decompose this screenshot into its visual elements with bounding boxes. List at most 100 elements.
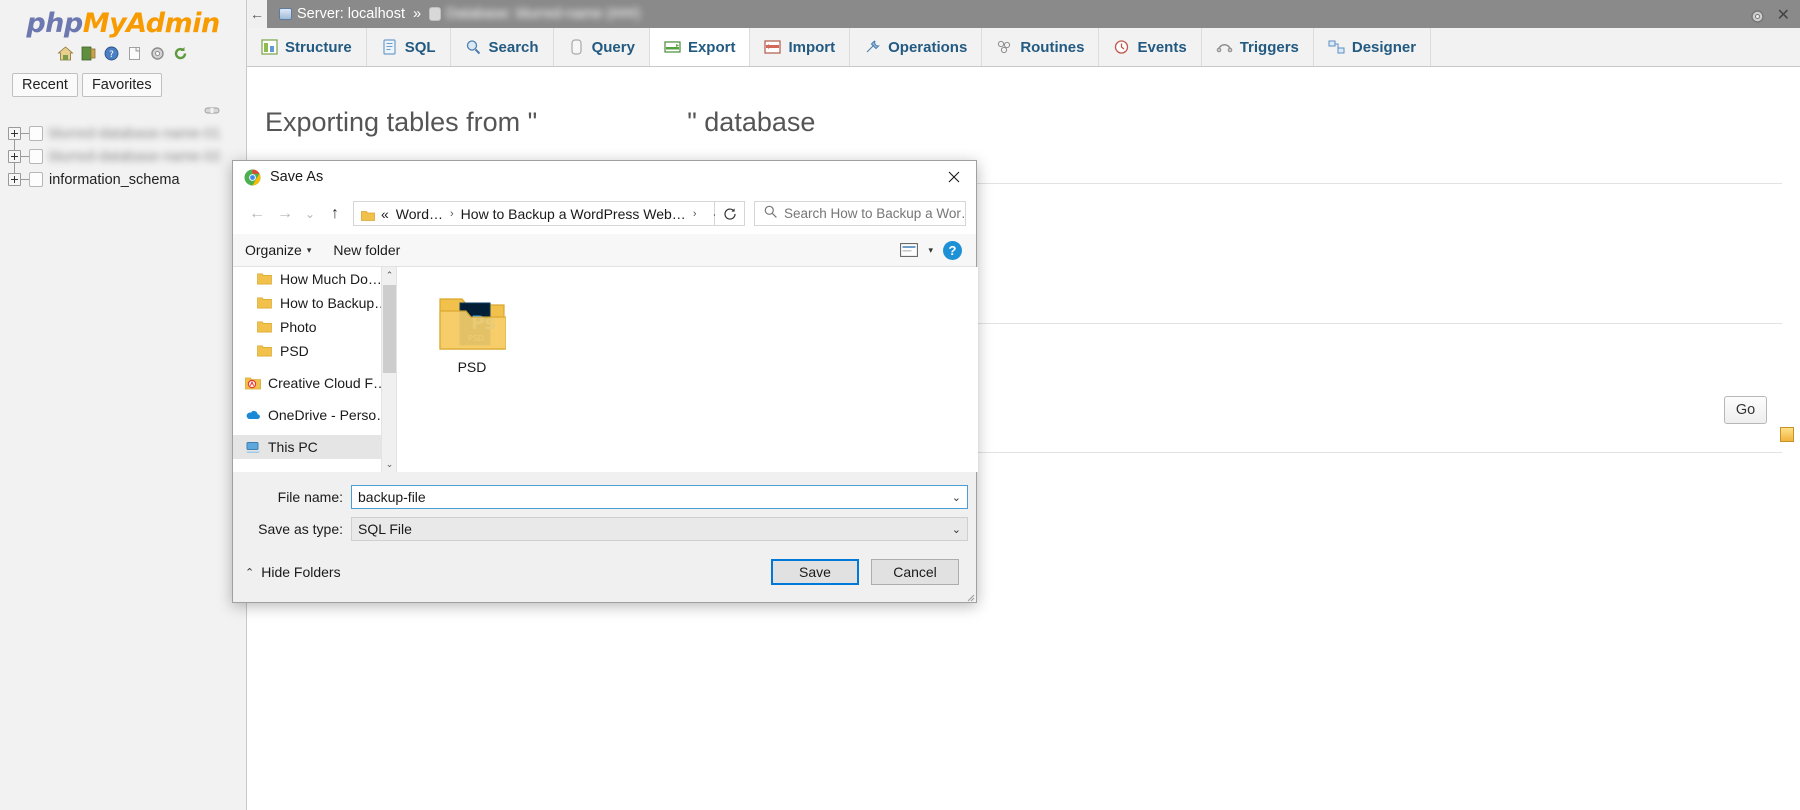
search-icon	[465, 39, 482, 55]
tab-query[interactable]: Query	[554, 28, 650, 66]
scroll-up-icon[interactable]: ⌃	[382, 267, 397, 283]
address-segment[interactable]: How to Backup a WordPress Web…	[461, 206, 686, 222]
page-title: Exporting tables from "" database	[265, 107, 1800, 138]
new-folder-button[interactable]: New folder	[333, 242, 400, 258]
tree-item-creative-cloud[interactable]: Creative Cloud F…	[233, 371, 381, 395]
chain-link-icon[interactable]	[204, 103, 220, 114]
tab-routines[interactable]: Routines	[982, 28, 1099, 66]
save-as-type-value[interactable]: SQL File	[351, 517, 968, 541]
refresh-button[interactable]	[715, 201, 745, 226]
expand-icon[interactable]	[8, 127, 21, 140]
exit-icon[interactable]	[80, 45, 97, 62]
navigation-tabs: Structure SQL Search Query Export Import	[247, 28, 1800, 67]
organize-button[interactable]: Organize ▾	[245, 242, 311, 258]
expand-icon[interactable]	[8, 150, 21, 163]
view-layout-icon[interactable]	[900, 243, 918, 257]
close-icon[interactable]: ✕	[1777, 8, 1790, 24]
tree-item-psd[interactable]: PSD	[233, 339, 381, 363]
page-title-suffix: " database	[687, 107, 815, 137]
tree-scrollbar[interactable]: ⌃ ⌄	[381, 267, 396, 472]
settings-icon[interactable]	[149, 45, 166, 62]
sidebar-tab-recent[interactable]: Recent	[12, 73, 78, 97]
tab-structure[interactable]: Structure	[247, 28, 367, 66]
tree-item-this-pc[interactable]: This PC	[233, 435, 381, 459]
chevron-right-icon: ›	[693, 208, 697, 220]
tab-sql[interactable]: SQL	[367, 28, 451, 66]
up-arrow-icon[interactable]: ↑	[321, 200, 349, 228]
tab-triggers[interactable]: Triggers	[1202, 28, 1314, 66]
tab-search[interactable]: Search	[451, 28, 554, 66]
tree-item-network[interactable]	[233, 465, 381, 472]
sql-icon	[381, 39, 398, 55]
address-segment[interactable]: Word…	[396, 206, 443, 222]
save-as-type-control[interactable]: SQL File ⌄	[351, 517, 968, 541]
breadcrumb-server[interactable]: Server: localhost	[297, 6, 405, 22]
help-icon[interactable]: ?	[103, 45, 120, 62]
tab-label: Import	[788, 39, 835, 56]
address-bar[interactable]: « Word… › How to Backup a WordPress Web……	[353, 201, 715, 226]
database-item[interactable]: blurred-database-name-02	[8, 145, 243, 168]
chevron-up-icon: ⌃	[245, 566, 254, 579]
database-item[interactable]: blurred-database-name-01	[8, 122, 243, 145]
save-as-type-label: Save as type:	[233, 521, 351, 537]
file-item-psd[interactable]: Ps PSD PSD	[429, 293, 515, 375]
back-arrow-icon[interactable]: ←	[243, 200, 271, 228]
tree-item-how-to-backup[interactable]: How to Backup…	[233, 291, 381, 315]
chevron-down-icon[interactable]: ⌄	[952, 523, 961, 536]
tree-item-label: How Much Do…	[280, 271, 381, 287]
scrollbar-thumb[interactable]	[383, 285, 396, 373]
database-item[interactable]: information_schema	[8, 168, 243, 191]
phpmyadmin-logo[interactable]: phpMyAdmin	[0, 0, 246, 39]
cancel-button[interactable]: Cancel	[871, 559, 959, 585]
tree-item-onedrive[interactable]: OneDrive - Perso…	[233, 403, 381, 427]
save-as-type-row: Save as type: SQL File ⌄	[233, 516, 978, 542]
resize-grip[interactable]	[965, 589, 975, 599]
chevron-down-icon: ▾	[307, 245, 312, 256]
tab-label: Events	[1137, 39, 1186, 56]
help-icon[interactable]: ?	[943, 241, 962, 260]
tree-item-photo[interactable]: Photo	[233, 315, 381, 339]
footer-buttons: Save Cancel	[771, 559, 966, 585]
gear-icon[interactable]	[1749, 8, 1766, 25]
collapse-sidebar-button[interactable]: ←	[247, 0, 267, 28]
chrome-icon	[244, 169, 261, 186]
file-name-control[interactable]: ⌄	[351, 485, 968, 509]
recent-locations-icon[interactable]: ⌄	[299, 200, 321, 228]
tab-operations[interactable]: Operations	[850, 28, 982, 66]
folder-icon	[257, 272, 273, 286]
home-icon[interactable]	[57, 45, 74, 62]
breadcrumb-database[interactable]: Database: blurred-name (###)	[446, 6, 640, 22]
sidebar-tab-favorites[interactable]: Favorites	[82, 73, 162, 97]
this-pc-icon	[245, 440, 261, 454]
go-button[interactable]: Go	[1724, 396, 1767, 424]
file-list-pane[interactable]: Ps PSD PSD	[396, 267, 978, 472]
forward-arrow-icon[interactable]: →	[271, 200, 299, 228]
tab-export[interactable]: Export	[650, 28, 751, 66]
export-icon	[664, 39, 681, 55]
scroll-down-icon[interactable]: ⌄	[382, 456, 397, 472]
tree-item-how-much-do[interactable]: How Much Do…	[233, 267, 381, 291]
tab-designer[interactable]: Designer	[1314, 28, 1431, 66]
docs-icon[interactable]	[126, 45, 143, 62]
save-button[interactable]: Save	[771, 559, 859, 585]
hide-folders-label: Hide Folders	[261, 564, 340, 580]
search-input[interactable]: Search How to Backup a Wor…	[754, 201, 966, 226]
tab-label: Triggers	[1240, 39, 1299, 56]
reload-icon[interactable]	[172, 45, 189, 62]
tab-events[interactable]: Events	[1099, 28, 1201, 66]
close-icon[interactable]	[932, 161, 976, 193]
routines-icon	[996, 39, 1013, 55]
database-name: blurred-database-name-01	[49, 126, 221, 142]
chevron-down-icon[interactable]: ⌄	[952, 491, 961, 504]
expand-icon[interactable]	[8, 173, 21, 186]
dialog-toolbar: Organize ▾ New folder ▾ ?	[233, 234, 976, 267]
dialog-title-bar[interactable]: Save As	[233, 161, 976, 193]
file-name-row: File name: ⌄	[233, 484, 978, 510]
folder-icon	[257, 344, 273, 358]
tab-import[interactable]: Import	[750, 28, 850, 66]
breadcrumb-separator: »	[413, 6, 421, 22]
hide-folders-button[interactable]: ⌃ Hide Folders	[245, 564, 341, 580]
file-name-input[interactable]	[351, 485, 968, 509]
console-toggle-icon[interactable]	[1780, 427, 1794, 442]
view-dropdown-icon[interactable]: ▾	[928, 245, 933, 256]
